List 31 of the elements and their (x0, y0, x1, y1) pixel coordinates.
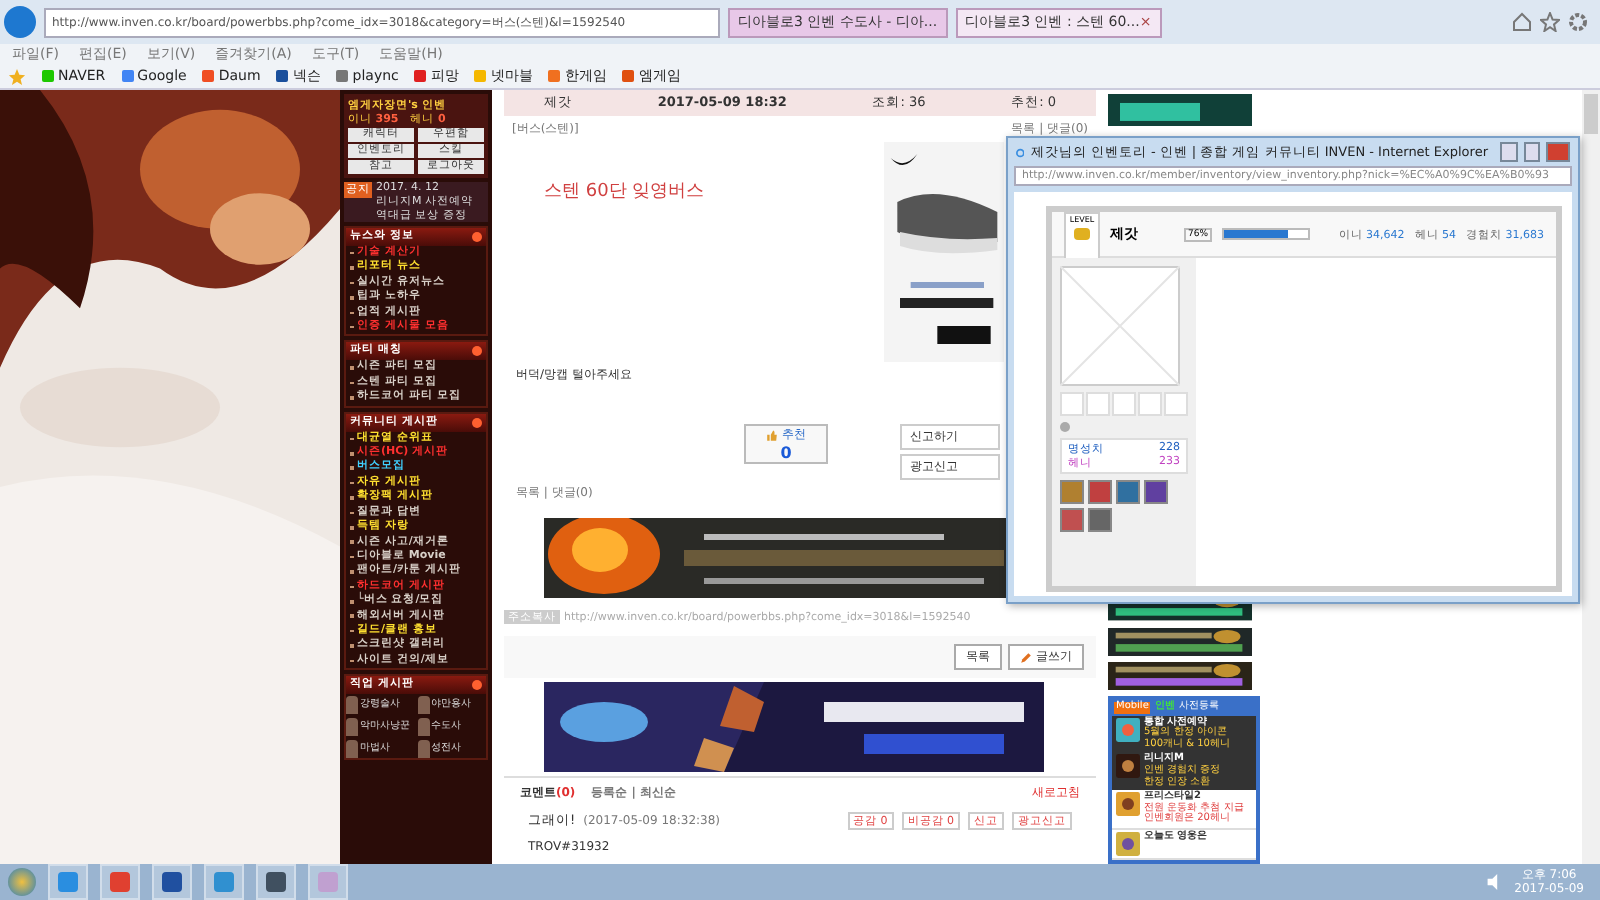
taskbar-app-icon[interactable] (100, 864, 140, 900)
speaker-icon[interactable] (1486, 874, 1503, 890)
progress-bar (1222, 228, 1311, 240)
app-icon[interactable] (1116, 792, 1140, 817)
taskbar-app-icon[interactable] (152, 864, 192, 900)
item-icon[interactable] (1144, 480, 1168, 504)
app-icon[interactable] (1116, 754, 1140, 779)
thumbs-up-icon (766, 429, 778, 441)
home-icon[interactable] (1512, 12, 1532, 32)
favorites-star-icon[interactable] (8, 67, 26, 85)
star-icon[interactable] (1540, 12, 1560, 32)
empty-image-placeholder (1060, 266, 1180, 386)
app-icon[interactable] (1116, 832, 1140, 856)
start-button[interactable] (8, 868, 36, 896)
app-icon[interactable] (1116, 717, 1140, 742)
item-icon[interactable] (1060, 508, 1084, 532)
post-title: 스텐 60단 잊영버스 (544, 180, 705, 204)
minimize-button[interactable] (1500, 142, 1518, 162)
pencil-icon (1020, 651, 1032, 663)
item-icon[interactable] (1088, 508, 1112, 532)
taskbar-app-icon[interactable] (48, 864, 88, 900)
back-button[interactable] (4, 6, 36, 38)
taskbar-app-icon[interactable] (204, 864, 244, 900)
browser-icon (1016, 143, 1025, 161)
close-button[interactable] (1546, 142, 1570, 162)
maximize-button[interactable] (1523, 142, 1541, 162)
scroll-bar[interactable] (1582, 90, 1600, 864)
item-icon[interactable] (1088, 480, 1112, 504)
item-icon[interactable] (1116, 480, 1140, 504)
settings-icon[interactable] (1568, 12, 1588, 32)
taskbar-app-icon[interactable] (256, 864, 296, 900)
